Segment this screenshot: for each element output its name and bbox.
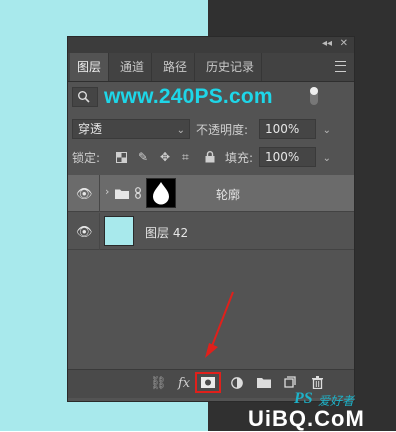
annotation-arrow <box>205 291 234 358</box>
watermark-uibq: UiBQ.CoM <box>248 406 365 431</box>
bottom-watermark: PS 爱好者 UiBQ.CoM <box>248 388 396 431</box>
